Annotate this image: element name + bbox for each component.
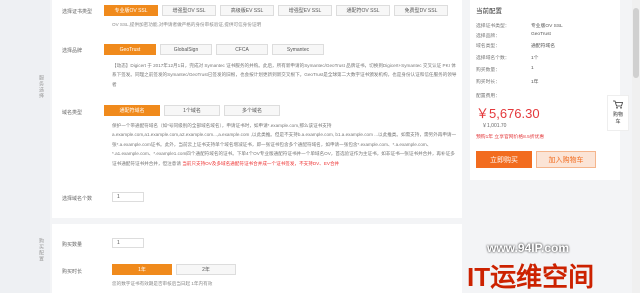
section-divider	[52, 218, 462, 224]
side-label-service: 服务选择	[38, 75, 44, 99]
main-form: 选择证书类型 专业版OV SSL 增强型OV SSL 高级版EV SSL 增强型…	[52, 0, 462, 293]
original-price: ￥1,001.70	[482, 123, 507, 129]
brand-description: 【动态】Digicert 于 2017年12月1日，完成对 Symantec 证…	[112, 63, 457, 87]
cert-type-label: 选择证书类型	[62, 9, 93, 15]
cert-type-option-4[interactable]: 通配符OV SSL	[336, 5, 390, 16]
config-row: 域名类型： 通配符域名	[476, 44, 555, 49]
cert-type-note: OV SSL,提供加密功能,对申请者做严格的身份审核验证,提供可信身份证明	[112, 22, 262, 27]
duration-option-1y[interactable]: 1年	[112, 264, 172, 275]
duration-label: 购买时长	[62, 269, 83, 275]
floating-cart[interactable]: 购物 车	[607, 95, 629, 131]
purchase-count-input[interactable]: 1	[112, 238, 144, 248]
side-label-config: 购买配置	[38, 238, 44, 262]
floating-cart-label-b: 车	[615, 119, 621, 125]
brand-option-globalsign[interactable]: GlobalSign	[160, 44, 212, 55]
brand-option-geotrust[interactable]: GeoTrust	[104, 44, 156, 55]
add-to-cart-button[interactable]: 加入购物车	[536, 151, 596, 168]
watermark-url: www.94IP.com	[487, 241, 570, 255]
purchase-count-label: 购买数量	[62, 242, 83, 248]
domain-count-label: 选择域名个数	[62, 196, 93, 202]
domain-type-option-wildcard[interactable]: 通配符域名	[104, 105, 160, 116]
promo-badge: 预购1年 立享官网价格8.5折优惠	[476, 135, 545, 140]
brand-options: GeoTrust GlobalSign CFCA Symantec	[104, 44, 324, 55]
config-row: 选择域名个数： 1个	[476, 56, 539, 61]
config-row: 选择品牌： GeoTrust	[476, 32, 551, 39]
cart-icon	[613, 100, 624, 109]
side-strip: 服务选择 购买配置	[0, 0, 50, 293]
domain-type-desc-warning: 当前只支持OV及多域名通配符证书合并成一个证书签发，不支持DV、EV合并	[182, 160, 340, 166]
domain-type-option-single[interactable]: 1个域名	[164, 105, 220, 116]
scroll-thumb[interactable]	[633, 8, 639, 78]
domain-type-options: 通配符域名 1个域名 多个域名	[104, 105, 280, 116]
brand-option-symantec[interactable]: Symantec	[272, 44, 324, 55]
config-title: 当前配置	[476, 8, 502, 15]
duration-note: 您的数字证书有效期是否审核后当日起 1年内有效	[112, 281, 213, 286]
config-row: 购买时长： 1年	[476, 80, 539, 85]
scrollbar[interactable]	[632, 0, 640, 293]
cert-type-option-0[interactable]: 专业版OV SSL	[104, 5, 158, 16]
brand-option-cfca[interactable]: CFCA	[216, 44, 268, 55]
watermark-text: IT运维空间	[467, 262, 595, 292]
domain-count-input[interactable]: 1	[112, 192, 144, 202]
duration-options: 1年 2年	[112, 264, 236, 275]
duration-option-2y[interactable]: 2年	[176, 264, 236, 275]
cert-type-option-1[interactable]: 增强型OV SSL	[162, 5, 216, 16]
config-row: 购买数量： 1	[476, 66, 534, 73]
domain-type-option-multi[interactable]: 多个域名	[224, 105, 280, 116]
cert-type-option-3[interactable]: 增强型EV SSL	[278, 5, 332, 16]
cert-type-option-2[interactable]: 高级版EV SSL	[220, 5, 274, 16]
floating-cart-label-a: 购物	[612, 112, 623, 118]
cert-type-options: 专业版OV SSL 增强型OV SSL 高级版EV SSL 增强型EV SSL …	[104, 5, 448, 16]
domain-count-stepper[interactable]: 1	[112, 192, 144, 202]
config-row: 选择证书类型： 专业版OV SSL	[476, 24, 563, 29]
purchase-count-stepper[interactable]: 1	[112, 238, 144, 248]
domain-type-description: 保护一个带通配符域名（如*号同级别的全部域名域名），申请证书时，如申请*.exa…	[112, 121, 457, 168]
config-row: 配置费用：	[476, 94, 500, 99]
brand-label: 选择品牌	[62, 48, 83, 54]
domain-type-label: 域名类型	[62, 110, 83, 116]
config-price: ￥5,676.30	[476, 106, 540, 121]
buy-now-button[interactable]: 立即购买	[476, 151, 532, 168]
config-panel: 当前配置 选择证书类型： 专业版OV SSL 选择品牌： GeoTrust 域名类型…	[470, 0, 620, 180]
cert-type-option-5[interactable]: 免费型DV SSL	[394, 5, 448, 16]
domain-type-desc-text: 保护一个带通配符域名（如*号同级别的全部域名域名），申请证书时，如申请*.exa…	[112, 123, 457, 166]
